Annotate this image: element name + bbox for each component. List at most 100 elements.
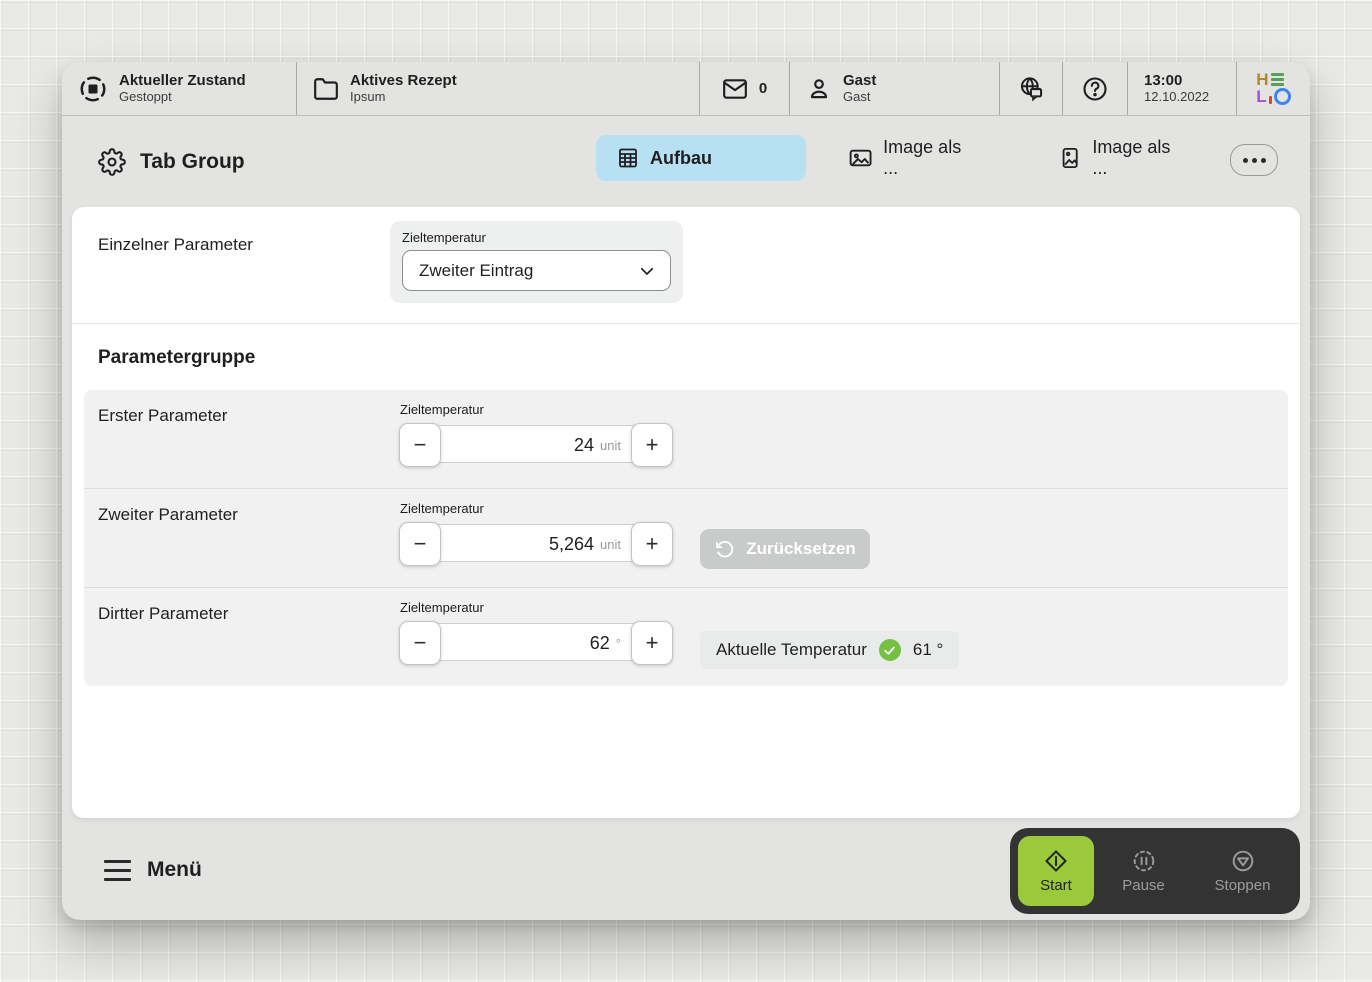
current-temperature-label: Aktuelle Temperatur — [716, 640, 867, 660]
parameter-3-value: 62 — [590, 633, 610, 654]
parameter-1-value: 24 — [574, 435, 594, 456]
single-parameter-label: Einzelner Parameter — [98, 235, 253, 255]
menu-label: Menü — [147, 858, 202, 882]
image-landscape-icon — [848, 145, 873, 171]
select-value: Zweiter Eintrag — [419, 261, 533, 281]
parameter-2-increment-button[interactable]: + — [631, 522, 673, 566]
parameter-group: Erster Parameter Zieltemperatur − 24 uni… — [84, 390, 1288, 686]
stop-button[interactable]: Stoppen — [1193, 836, 1292, 906]
current-state-title: Aktueller Zustand — [119, 72, 246, 89]
reset-icon — [714, 538, 736, 560]
stop-icon — [1230, 848, 1256, 874]
tab-image-portrait[interactable]: Image als ... — [1038, 135, 1204, 181]
stopped-state-icon — [78, 74, 108, 104]
helio-logo: H L — [1256, 72, 1290, 105]
run-control-bar: Start Pause Stoppen — [1010, 828, 1300, 914]
start-button[interactable]: Start — [1018, 836, 1094, 906]
language-button[interactable] — [1000, 62, 1063, 115]
start-icon — [1043, 848, 1069, 874]
clock-cell: 13:00 12.10.2022 — [1128, 62, 1237, 115]
parameter-3-field-label: Zieltemperatur — [400, 600, 672, 615]
user-role: Gast — [843, 90, 876, 105]
parameter-1-increment-button[interactable]: + — [631, 423, 673, 467]
messages-count: 0 — [759, 80, 767, 97]
section-divider — [72, 323, 1300, 324]
parameter-2-value-field[interactable]: 5,264 unit — [549, 525, 621, 563]
parameter-2-stepper: − 5,264 unit + — [400, 524, 672, 562]
active-recipe-cell: Aktives Rezept Ipsum — [297, 62, 700, 115]
active-recipe-title: Aktives Rezept — [350, 72, 457, 89]
parameter-2-field-label: Zieltemperatur — [400, 501, 672, 516]
messages-button[interactable]: 0 — [700, 62, 790, 115]
chevron-down-icon — [638, 262, 656, 280]
parameter-1-label: Erster Parameter — [98, 406, 227, 426]
hamburger-icon — [104, 860, 131, 881]
parameter-3-increment-button[interactable]: + — [631, 621, 673, 665]
parameter-3-stepper: − 62 ° + — [400, 623, 672, 661]
tab-image-portrait-label: Image als ... — [1092, 137, 1184, 179]
parameter-1-value-field[interactable]: 24 unit — [574, 426, 621, 464]
date-value: 12.10.2022 — [1144, 90, 1209, 105]
language-globe-icon — [1018, 75, 1045, 102]
single-parameter-panel: Zieltemperatur Zweiter Eintrag — [390, 221, 683, 303]
tab-image-landscape[interactable]: Image als ... — [828, 135, 998, 181]
pause-button[interactable]: Pause — [1094, 836, 1193, 906]
logo-letter-e — [1271, 73, 1284, 88]
single-parameter-field-label: Zieltemperatur — [402, 230, 486, 245]
parameter-1-field-label: Zieltemperatur — [400, 402, 672, 417]
tab-aufbau-label: Aufbau — [650, 148, 712, 169]
header-row: Tab Group Aufbau Image als ... Imag — [62, 116, 1310, 208]
pause-button-label: Pause — [1122, 877, 1165, 894]
brand-cell: H L — [1237, 62, 1310, 115]
mail-icon — [722, 76, 748, 102]
parameter-3-decrement-button[interactable]: − — [399, 621, 441, 665]
user-icon — [806, 76, 832, 102]
current-temperature-badge: Aktuelle Temperatur 61 ° — [700, 631, 959, 669]
current-temperature-value: 61 ° — [913, 640, 943, 660]
parameter-2-unit: unit — [600, 537, 621, 552]
parameter-3-unit: ° — [616, 636, 621, 651]
ellipsis-icon — [1243, 158, 1248, 163]
current-state-value: Gestoppt — [119, 90, 246, 105]
start-button-label: Start — [1040, 877, 1072, 894]
parameter-1-decrement-button[interactable]: − — [399, 423, 441, 467]
parameter-row-1: Erster Parameter Zieltemperatur − 24 uni… — [84, 390, 1288, 489]
table-icon — [616, 146, 640, 170]
pause-icon — [1131, 848, 1157, 874]
parameter-1-unit: unit — [600, 438, 621, 453]
logo-letter-o — [1274, 88, 1291, 105]
menu-button[interactable]: Menü — [104, 850, 202, 890]
check-icon — [879, 639, 901, 661]
parameter-1-control: Zieltemperatur − 24 unit + — [400, 402, 672, 463]
logo-letter-i — [1269, 96, 1272, 104]
content-card: Einzelner Parameter Zieltemperatur Zweit… — [72, 207, 1300, 818]
user-cell[interactable]: Gast Gast — [790, 62, 1000, 115]
current-state-cell: Aktueller Zustand Gestoppt — [62, 62, 297, 115]
help-button[interactable] — [1063, 62, 1128, 115]
target-temperature-select[interactable]: Zweiter Eintrag — [402, 250, 671, 291]
logo-letter-h: H — [1256, 72, 1268, 88]
top-status-bar: Aktueller Zustand Gestoppt Aktives Rezep… — [62, 62, 1310, 116]
folder-icon — [313, 76, 339, 102]
parameter-2-label: Zweiter Parameter — [98, 505, 238, 525]
page-title-label: Tab Group — [140, 150, 245, 174]
reset-button[interactable]: Zurücksetzen — [700, 529, 870, 569]
more-tabs-button[interactable] — [1230, 144, 1278, 176]
image-portrait-icon — [1058, 145, 1082, 171]
help-icon — [1081, 75, 1109, 103]
parameter-2-value: 5,264 — [549, 534, 594, 555]
gear-icon — [98, 148, 126, 176]
parameter-1-stepper: − 24 unit + — [400, 425, 672, 463]
app-window: Aktueller Zustand Gestoppt Aktives Rezep… — [62, 62, 1310, 920]
tab-aufbau[interactable]: Aufbau — [596, 135, 806, 181]
parameter-3-label: Dirtter Parameter — [98, 604, 228, 624]
parameter-2-decrement-button[interactable]: − — [399, 522, 441, 566]
parameter-2-control: Zieltemperatur − 5,264 unit + — [400, 501, 672, 562]
stop-button-label: Stoppen — [1215, 877, 1271, 894]
parameter-row-3: Dirtter Parameter Zieltemperatur − 62 ° … — [84, 588, 1288, 686]
reset-button-label: Zurücksetzen — [746, 539, 856, 559]
tab-image-landscape-label: Image als ... — [883, 137, 978, 179]
parameter-3-value-field[interactable]: 62 ° — [590, 624, 621, 662]
logo-letter-l: L — [1256, 89, 1266, 105]
parameter-group-heading: Parametergruppe — [98, 347, 255, 369]
